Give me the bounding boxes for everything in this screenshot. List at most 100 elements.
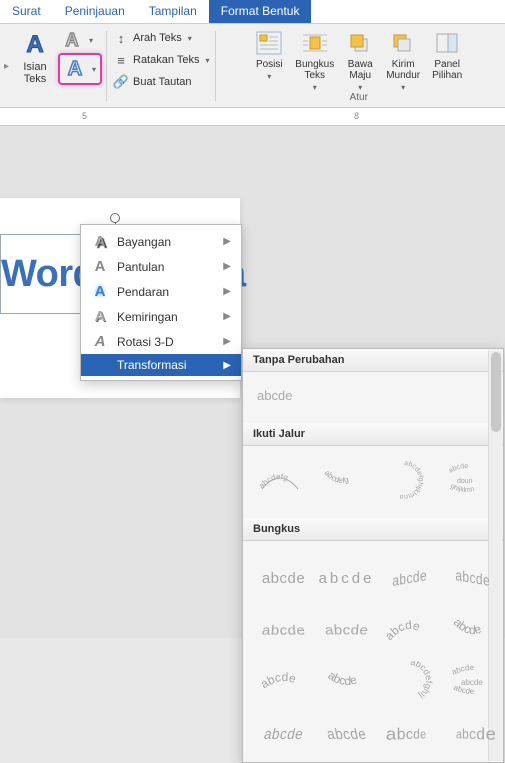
menu-item-bevel[interactable]: A Kemiringan ▶ [81,304,241,329]
transform-option-arch-up[interactable]: abcdefg [257,460,303,500]
menu-item-reflection[interactable]: A Pantulan ▶ [81,254,241,279]
bring-forward-icon [346,29,374,57]
text-fill-button[interactable]: A Isian Teks [18,27,52,85]
transform-warp-option[interactable]: abcde [257,713,310,755]
text-effects-button-highlighted[interactable]: A ▾ [58,53,102,85]
arrange-group-label: Atur [350,92,368,105]
svg-text:abcde: abcde [450,615,482,637]
transform-warp-option[interactable]: abcde [383,609,436,651]
arrange-group: Posisi ▾ Bungkus Teks ▾ Bawa Maju ▾ [216,27,501,105]
svg-text:abcde: abcde [450,663,474,677]
wrap-text-button[interactable]: Bungkus Teks ▾ [289,27,340,92]
send-backward-button[interactable]: Kirim Mundur ▾ [380,27,426,92]
menu-item-3d-rotation[interactable]: A Rotasi 3-D ▶ [81,329,241,354]
ribbon-overflow-left[interactable]: ▸ [4,27,14,105]
text-direction-button[interactable]: ↕ Arah Teks ▾ [111,27,194,49]
chevron-down-icon: ▾ [188,34,192,43]
gallery-section-warp: Bungkus [243,518,503,541]
fill-a-icon: A [18,29,52,61]
text-effects-menu: A Bayangan ▶ A Pantulan ▶ A Pendaran ▶ A… [80,224,242,381]
transform-warp-option[interactable]: abcde [320,557,373,599]
chevron-down-icon: ▾ [205,56,209,65]
bevel-icon: A [91,308,109,325]
chevron-right-icon: ▶ [223,311,231,322]
transform-icon: abc [91,360,109,371]
position-button[interactable]: Posisi ▾ [249,27,289,81]
position-icon [255,29,283,57]
transform-warp-option[interactable]: abcde [257,557,310,599]
transform-warp-option[interactable]: abcde [320,713,373,755]
align-text-button[interactable]: ≡ Ratakan Teks ▾ [111,49,211,71]
chevron-down-icon: ▾ [267,72,271,81]
svg-text:abcde: abcde [260,670,298,691]
ruler-mark-5: 5 [82,111,87,121]
text-fill-label: Isian Teks [23,61,46,85]
text-direction-label: Arah Teks [133,32,182,44]
reflection-icon: A [91,258,109,275]
transform-warp-option[interactable]: abcde [383,557,436,599]
rotation-3d-icon: A [91,333,109,350]
glow-icon: A [91,283,109,300]
ruler-mark-8: 8 [354,111,359,121]
svg-text:abcdefghijklmno: abcdefghijklmno [399,461,424,499]
wrap-text-label: Bungkus Teks [295,59,334,81]
text-layout-group: ↕ Arah Teks ▾ ≡ Ratakan Teks ▾ 🔗 Buat Ta… [107,27,215,105]
menu-item-label: Transformasi [117,358,187,372]
gallery-section-follow-path: Ikuti Jalur [243,423,503,446]
svg-text:abcde: abcde [386,618,422,643]
svg-text:abcde: abcde [448,463,469,475]
chevron-right-icon: ▶ [223,236,231,247]
bring-forward-label: Bawa Maju [348,59,373,81]
transform-warp-option[interactable]: abcde [383,713,436,755]
align-text-icon: ≡ [113,52,129,68]
tab-peninjauan[interactable]: Peninjauan [53,0,137,23]
chevron-right-icon: ▶ [223,336,231,347]
tab-tampilan[interactable]: Tampilan [137,0,209,23]
send-backward-label: Kirim Mundur [386,59,420,81]
chevron-down-icon: ▾ [401,83,405,92]
ribbon: ▸ A Isian Teks A ▾ A ▾ [0,24,505,108]
transform-warp-option[interactable]: abcde [320,609,373,651]
link-icon: 🔗 [113,74,129,90]
rotate-handle[interactable] [110,213,120,223]
menu-item-glow[interactable]: A Pendaran ▶ [81,279,241,304]
chevron-down-icon: ▾ [89,56,99,82]
tab-surat[interactable]: Surat [0,0,53,23]
ribbon-tab-bar: Surat Peninjauan Tampilan Format Bentuk [0,0,505,24]
bring-forward-button[interactable]: Bawa Maju ▾ [340,27,380,92]
chevron-right-icon: ▶ [223,261,231,272]
menu-item-shadow[interactable]: A Bayangan ▶ [81,229,241,254]
scrollbar[interactable] [488,350,502,761]
position-label: Posisi [256,59,283,70]
scrollbar-thumb[interactable] [491,352,501,432]
chevron-down-icon: ▾ [313,83,317,92]
transform-warp-option[interactable]: abcdefghij [383,661,436,703]
wrap-text-icon [301,29,329,57]
transform-warp-option[interactable]: abcde [320,661,373,703]
svg-text:abcdefg: abcdefg [258,472,289,490]
transform-option-arch-down[interactable]: abcdefg [319,460,365,500]
shadow-icon: A [91,233,109,250]
transform-warp-option[interactable]: abcde [257,609,310,651]
effects-a-icon: A [61,56,89,82]
menu-item-label: Rotasi 3-D [117,335,174,349]
text-outline-button[interactable]: A ▾ [58,27,102,53]
gallery-section-no-transform: Tanpa Perubahan [243,349,503,372]
align-text-label: Ratakan Teks [133,54,199,66]
tab-format-bentuk[interactable]: Format Bentuk [209,0,312,23]
chevron-right-icon: ▶ [223,286,231,297]
transform-option-none[interactable]: abcde [253,380,493,415]
svg-text:doun: doun [457,478,473,485]
menu-item-label: Pantulan [117,260,164,274]
transform-gallery: Tanpa Perubahan abcde Ikuti Jalur abcdef… [242,348,504,763]
transform-warp-option[interactable]: abcde [257,661,310,703]
selection-pane-button[interactable]: Panel Pilihan [426,27,468,81]
transform-option-button[interactable]: abcdeghijklmndoun [443,460,489,500]
menu-item-transform[interactable]: abc Transformasi ▶ [81,354,241,376]
outline-a-icon: A [58,27,86,53]
chevron-right-icon: ▶ [223,360,231,371]
create-link-button[interactable]: 🔗 Buat Tautan [111,71,194,93]
transform-option-circle[interactable]: abcdefghijklmno [381,460,427,500]
svg-text:abcde: abcde [325,668,358,688]
selection-pane-label: Panel Pilihan [432,59,462,81]
